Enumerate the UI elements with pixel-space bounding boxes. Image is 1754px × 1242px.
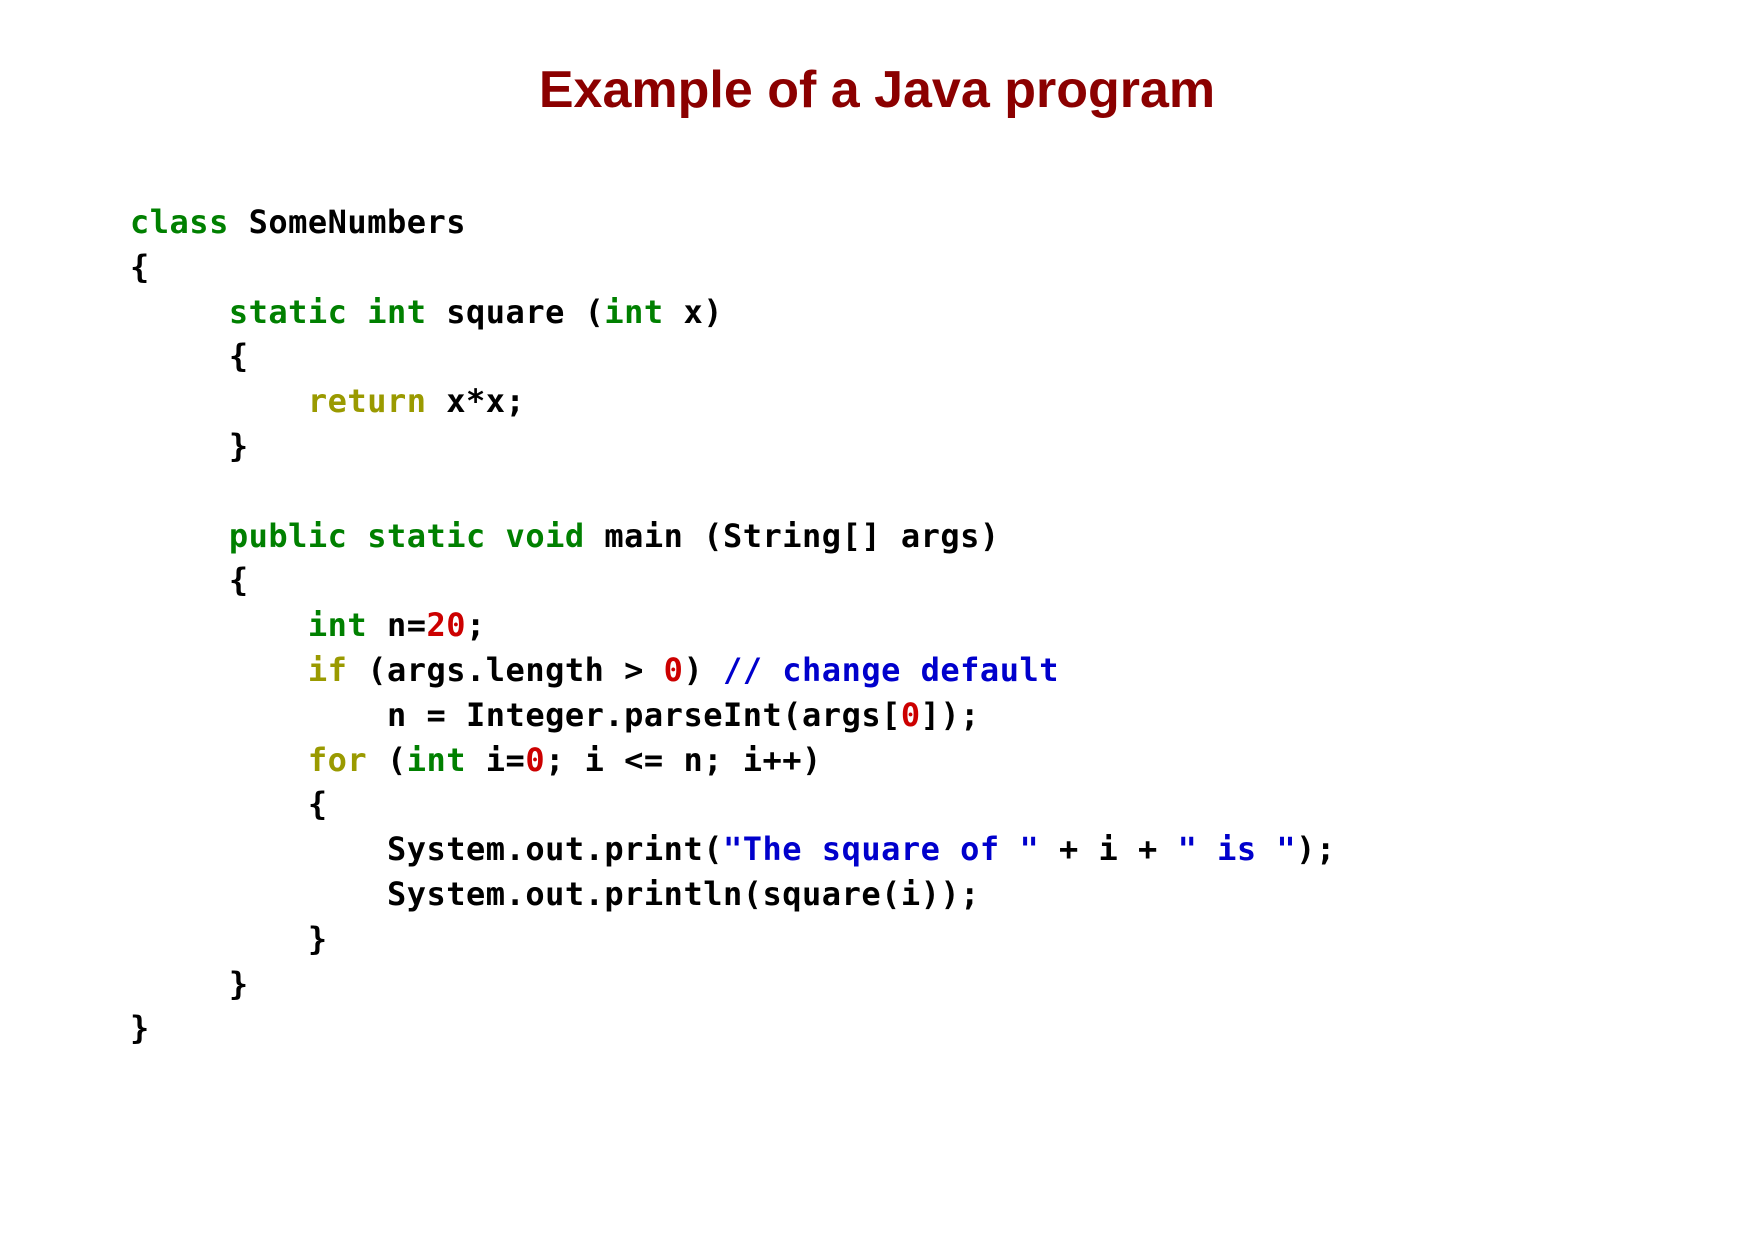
keyword-static: static xyxy=(229,293,348,331)
indent xyxy=(130,382,308,420)
decl: n= xyxy=(367,606,426,644)
number-literal: 0 xyxy=(525,741,545,779)
if-cond: (args.length > xyxy=(347,651,663,689)
close-brace: } xyxy=(130,1009,150,1047)
number-literal: 20 xyxy=(426,606,466,644)
method-sig: square ( xyxy=(426,293,604,331)
class-name: SomeNumbers xyxy=(229,203,466,241)
open-brace: { xyxy=(130,248,150,286)
string-literal: " is " xyxy=(1178,830,1297,868)
slide-container: Example of a Java program class SomeNumb… xyxy=(0,0,1754,1242)
indent xyxy=(130,517,229,555)
close-brace: } xyxy=(130,920,328,958)
sysout-println: System.out.println(square(i)); xyxy=(130,875,980,913)
main-sig: main (String[] args) xyxy=(585,517,1000,555)
param: x) xyxy=(664,293,723,331)
slide-title: Example of a Java program xyxy=(130,60,1624,120)
indent xyxy=(130,651,308,689)
number-literal: 0 xyxy=(664,651,684,689)
keyword-int: int xyxy=(407,741,466,779)
open-brace: { xyxy=(130,785,328,823)
indent xyxy=(130,741,308,779)
open-brace: { xyxy=(130,561,249,599)
sysout: System.out.print( xyxy=(387,830,723,868)
number-literal: 0 xyxy=(901,696,921,734)
return-expr: x*x; xyxy=(426,382,525,420)
close-brace: } xyxy=(130,965,249,1003)
open-brace: { xyxy=(130,337,249,375)
indent xyxy=(130,606,308,644)
keyword-static: static xyxy=(367,517,486,555)
keyword-void: void xyxy=(506,517,585,555)
indent xyxy=(130,830,387,868)
string-literal: "The square of " xyxy=(723,830,1039,868)
for-cond: ; i <= n; i++) xyxy=(545,741,822,779)
keyword-int: int xyxy=(604,293,663,331)
indent xyxy=(130,293,229,331)
keyword-if: if xyxy=(308,651,348,689)
close-brace: } xyxy=(130,427,249,465)
comment: // change default xyxy=(723,651,1059,689)
keyword-class: class xyxy=(130,203,229,241)
keyword-int: int xyxy=(308,606,367,644)
keyword-public: public xyxy=(229,517,348,555)
keyword-int: int xyxy=(367,293,426,331)
keyword-return: return xyxy=(308,382,427,420)
assign: n = Integer.parseInt(args[ xyxy=(387,696,901,734)
code-block: class SomeNumbers { static int square (i… xyxy=(130,200,1624,1051)
keyword-for: for xyxy=(308,741,367,779)
indent xyxy=(130,696,387,734)
